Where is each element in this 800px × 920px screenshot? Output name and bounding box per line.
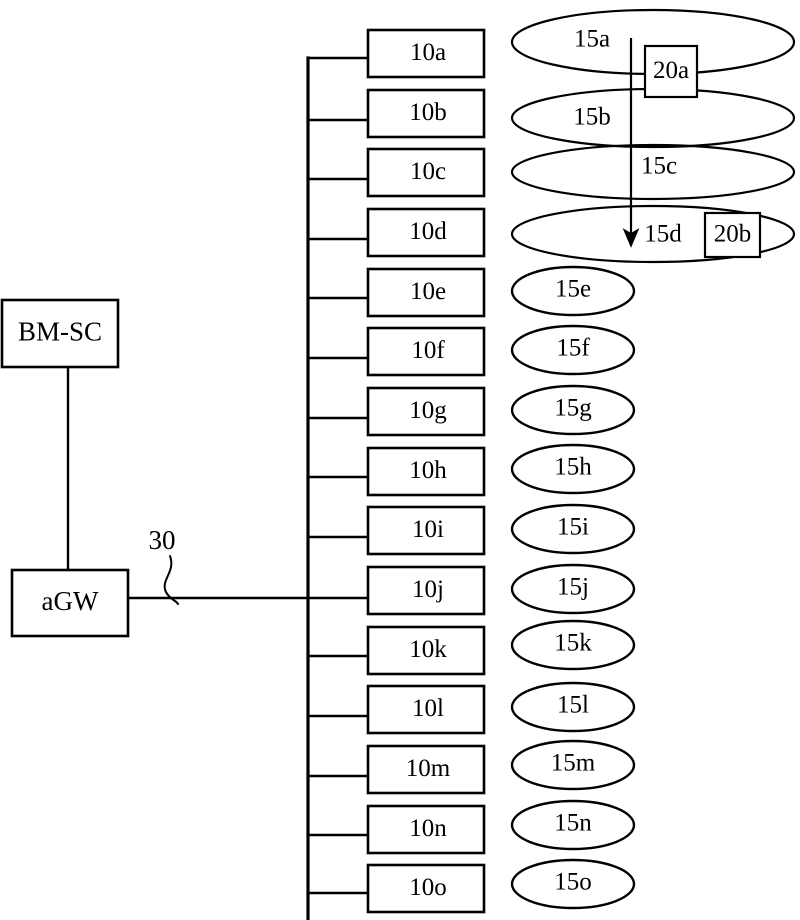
reference-label-30: 30 [149,525,176,555]
cell-box-label: 10f [411,337,445,364]
terminal-box-label: 20a [653,57,689,84]
coverage-area-label: 15a [574,26,610,53]
coverage-area-label: 15o [554,869,592,896]
coverage-area-label: 15l [557,692,589,719]
cell-box-label: 10e [410,278,446,305]
network-node-label: aGW [42,586,99,616]
cell-box-label: 10d [409,218,447,245]
distribution-bus [306,56,370,920]
cell-box-label: 10i [412,516,444,543]
terminal-box-label: 20b [714,221,752,248]
coverage-area-label: 15d [644,221,682,248]
reference-numeral-group: 30 [149,525,179,605]
cell-box-label: 10l [412,695,444,722]
coverage-area-label: 15n [554,810,592,837]
network-node-label: BM-SC [18,317,102,347]
coverage-area-label: 15c [641,153,677,180]
cell-box-label: 10c [410,158,446,185]
coverage-area-label: 15m [551,750,596,777]
cell-box-label: 10n [409,815,447,842]
coverage-area-label: 15h [554,454,592,481]
coverage-area-label: 15j [557,574,589,601]
coverage-area-label: 15b [573,104,611,131]
cell-box-label: 10h [409,457,447,484]
coverage-area-label: 15k [554,630,592,657]
cell-box-label: 10m [406,755,451,782]
coverage-area-label: 15f [556,335,590,362]
coverage-area-group: 15a 15b 15c 15d 15e 15f 15g 15h 15i 15j 15k 15l 15m 1… [510,8,796,910]
cell-box-group: 10a 10b 10c 10d 10e 10f 10g 10h 10i 10j 10k 10l 10m 1… [366,28,486,914]
coverage-area-label: 15g [554,395,592,422]
cell-box-label: 10a [410,39,446,66]
coverage-area-label: 15i [557,514,589,541]
cell-box-label: 10o [409,874,447,901]
coverage-area-label: 15e [555,276,591,303]
core-network-node-group: BM-SC aGW [0,298,130,638]
left-connection-lines [66,365,310,600]
patent-figure: 10a 10b 10c 10d 10e 10f 10g 10h 10i 10j 10k 10l 10m 1… [0,0,800,920]
cell-box-label: 10b [409,99,447,126]
figure-canvas: 10a 10b 10c 10d 10e 10f 10g 10h 10i 10j 10k 10l 10m 1… [0,8,796,920]
cell-box-label: 10g [409,397,447,424]
cell-box-label: 10j [412,576,444,603]
cell-box-label: 10k [409,636,447,663]
